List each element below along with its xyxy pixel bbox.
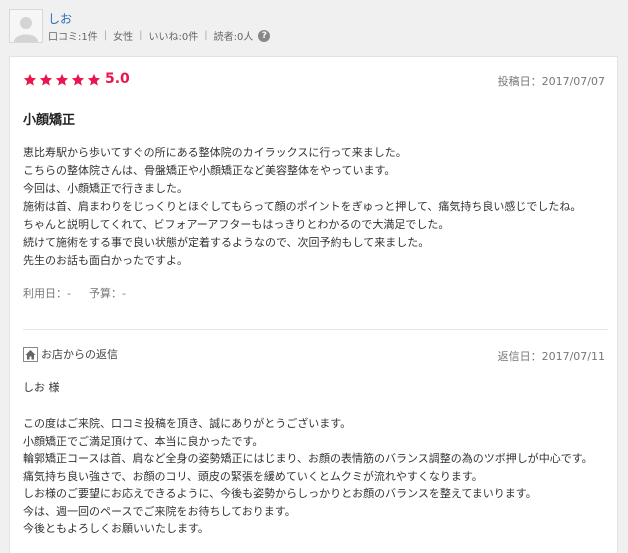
reply-line: この度はご来院、口コミ投稿を頂き、誠にありがとうございます。 [23,417,352,430]
reader-count: 読者:0人 [213,32,254,43]
star-icon [23,72,37,86]
reply-line: 輪郭矯正コースは首、肩など全身の姿勢矯正にはじまり、お顔の表情筋のバランス調整の… [23,452,593,465]
shop-reply-label: お店からの返信 [41,348,118,361]
reviewer-name[interactable]: しお [48,10,72,27]
reply-addressee: しお 様 [23,381,60,394]
posted-date: 投稿日：2017/07/07 [497,75,605,88]
star-icon [87,72,101,86]
review-card: 5.0 投稿日：2017/07/07 小顔矯正 恵比寿駅から歩いてすぐの所にある… [9,56,618,553]
divider [23,329,608,330]
reviewer-header: しお 口コミ:1件 | 女性 | いいね:0件 | 読者:0人 ? [0,0,628,55]
star-icon [55,72,69,86]
reply-line: 痛気持ち良い強さで、お顔のコリ、頭皮の緊張を緩めていくとムクミが流れやすくなりま… [23,469,483,483]
separator: | [103,30,108,41]
review-body: 恵比寿駅から歩いてすぐの所にある整体院のカイラックスに行って来ました。 こちらの… [23,144,608,270]
review-line: 施術は首、肩まわりをじっくりとほぐしてもらって顔のポイントをぎゅっと押して、痛気… [23,200,582,213]
reply-body: この度はご来院、口コミ投稿を頂き、誠にありがとうございます。 小顔矯正でご満足頂… [23,415,613,538]
like-count: いいね:0件 [148,32,199,43]
reviewer-stats: 口コミ:1件 | 女性 | いいね:0件 | 読者:0人 ? [48,28,271,43]
star-icon [39,72,53,86]
default-avatar-icon[interactable] [9,9,43,43]
review-count: 口コミ:1件 [48,32,98,43]
review-title: 小顔矯正 [23,113,76,128]
budget: 予算：- [88,287,126,300]
separator: | [139,30,143,41]
star-icon [71,72,85,86]
review-line: 今回は、小顔矯正で行きました。 [23,182,188,195]
review-line: 先生のお話も面白かったですよ。 [23,254,188,267]
separator: | [204,30,208,41]
reply-line: 今後ともよろしくお願いいたします。 [23,522,209,535]
reply-line: 今は、週一回のペースでご来院をお待ちしております。 [23,504,296,518]
review-line: 続けて施術をする事で良い状態が定着するようなので、次回予約もして来ました。 [23,236,430,249]
review-line: 恵比寿駅から歩いてすぐの所にある整体院のカイラックスに行って来ました。 [23,146,407,159]
review-meta: 利用日：- 予算：- [23,285,126,301]
home-icon [23,346,38,362]
rating-value: 5.0 [105,71,130,87]
review-line: こちらの整体院さんは、骨盤矯正や小顔矯正など美容整体をやっています。 [23,164,396,177]
reply-date: 返信日：2017/07/11 [497,350,605,363]
question-circle-icon[interactable]: ? [258,29,271,42]
usage-date: 利用日：- [23,287,71,300]
shop-reply-header: お店からの返信 [23,346,118,362]
star-rating: 5.0 [23,71,130,87]
gender: 女性 [113,32,134,43]
reply-line: しお様のご要望にお応えできるように、今後も姿勢からしっかりとお顔のバランスを整え… [23,487,537,500]
review-line: ちゃんと説明してくれて、ビフォアーアフターもはっきりとわかるので大満足でした。 [23,218,450,231]
reply-line: 小顔矯正でご満足頂けて、本当に良かったです。 [23,434,264,448]
